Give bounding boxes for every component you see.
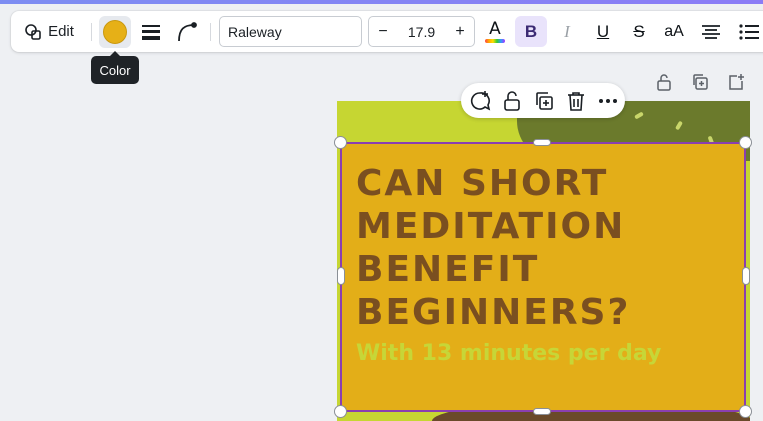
toolbar-divider <box>91 23 92 41</box>
color-button[interactable] <box>99 16 131 48</box>
list-button[interactable] <box>735 11 763 52</box>
rainbow-bar <box>485 38 505 43</box>
element-floating-toolbar <box>461 83 625 118</box>
subline-text[interactable]: With 13 minutes per day <box>356 341 736 366</box>
trash-icon[interactable] <box>564 89 588 113</box>
duplicate-page-button[interactable] <box>690 72 710 92</box>
border-weight-icon <box>142 24 160 40</box>
lock-icon <box>657 74 671 91</box>
duplicate-icon[interactable] <box>532 89 556 113</box>
increase-size-button[interactable]: + <box>446 23 474 41</box>
resize-handle-left[interactable] <box>337 267 345 285</box>
resize-handle-top-left[interactable] <box>334 136 347 149</box>
edit-label: Edit <box>48 23 74 40</box>
resize-handle-bottom[interactable] <box>533 408 551 415</box>
toolbar-divider <box>210 23 211 41</box>
letter-case-button[interactable]: aA <box>659 11 689 52</box>
align-button[interactable] <box>697 11 725 52</box>
lock-icon[interactable] <box>500 89 524 113</box>
edit-button[interactable]: Edit <box>19 11 79 52</box>
more-icon[interactable] <box>596 89 620 113</box>
resize-handle-top-right[interactable] <box>739 136 752 149</box>
color-tooltip: Color <box>91 51 139 84</box>
resize-handle-bottom-right[interactable] <box>739 405 752 418</box>
color-swatch <box>103 20 127 44</box>
headline-text[interactable]: CAN SHORT MEDITATION BENEFIT BEGINNERS? <box>356 162 736 334</box>
text-color-button[interactable]: A <box>481 11 509 52</box>
font-name: Raleway <box>228 23 282 40</box>
shapes-icon <box>25 23 41 40</box>
comment-add-icon[interactable] <box>468 89 492 113</box>
add-page-icon <box>729 74 744 90</box>
resize-handle-top[interactable] <box>533 139 551 146</box>
top-accent-strip <box>0 0 763 4</box>
corner-style-button[interactable] <box>173 11 201 52</box>
font-family-select[interactable]: Raleway <box>219 16 362 47</box>
border-style-button[interactable] <box>137 11 165 52</box>
align-center-icon <box>702 24 720 39</box>
underline-button[interactable]: U <box>589 11 617 52</box>
font-size-stepper: − 17.9 + <box>368 16 475 47</box>
add-page-button[interactable] <box>726 72 746 92</box>
font-size-input[interactable]: 17.9 <box>397 24 446 40</box>
curve-icon <box>178 21 197 41</box>
resize-handle-right[interactable] <box>742 267 750 285</box>
decrease-size-button[interactable]: − <box>369 23 397 41</box>
bold-button[interactable]: B <box>515 16 547 47</box>
text-color-icon: A <box>489 18 501 39</box>
strikethrough-button[interactable]: S <box>625 11 653 52</box>
page-lock-button[interactable] <box>654 72 674 92</box>
duplicate-page-icon <box>693 74 708 90</box>
text-toolbar: Edit Raleway − 17.9 + A B I U S aA <box>11 11 763 52</box>
resize-handle-bottom-left[interactable] <box>334 405 347 418</box>
selected-text-box[interactable]: CAN SHORT MEDITATION BENEFIT BEGINNERS? … <box>340 142 746 412</box>
bullet-list-icon <box>739 23 759 40</box>
italic-button[interactable]: I <box>553 11 581 52</box>
